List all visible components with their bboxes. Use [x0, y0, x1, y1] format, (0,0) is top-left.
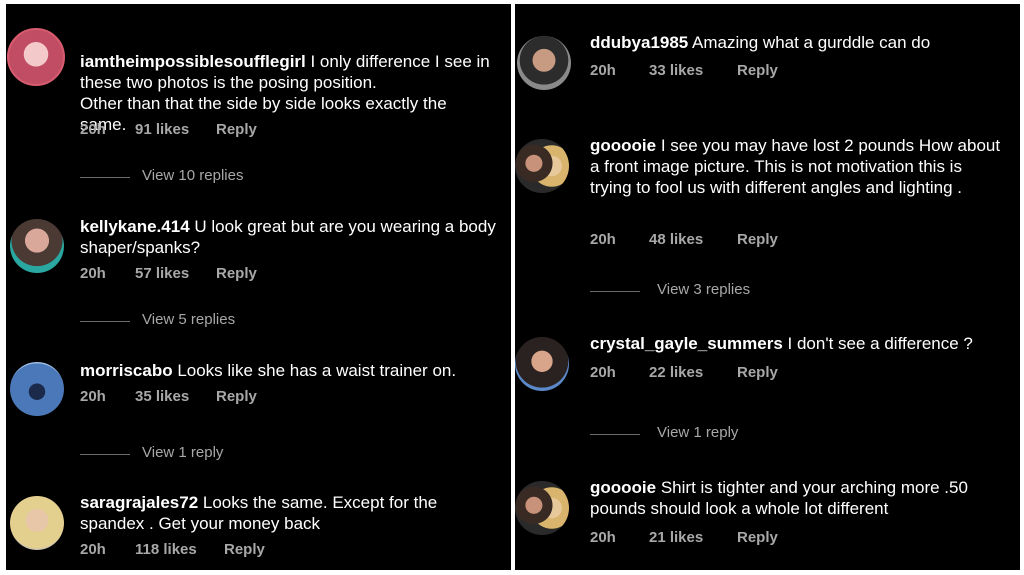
comment-time: 20h [80, 388, 106, 405]
comment-time: 20h [80, 265, 106, 282]
comment-username[interactable]: saragrajales72 [80, 493, 198, 512]
comment-body: saragrajales72 Looks the same. Except fo… [80, 492, 497, 534]
comment-time: 20h [590, 62, 616, 79]
comment-body: gooooie I see you may have lost 2 pounds… [590, 135, 1006, 198]
avatar[interactable] [515, 481, 569, 535]
like-count[interactable]: 118 likes [135, 541, 197, 558]
avatar[interactable] [10, 219, 64, 273]
comment-time: 20h [590, 364, 616, 381]
comment-username[interactable]: iamtheimpossiblesoufflegirl [80, 52, 306, 71]
replies-divider [80, 454, 130, 455]
comment-body: iamtheimpossiblesoufflegirl I only diffe… [80, 30, 497, 135]
comment-text: I don't see a difference ? [782, 334, 973, 353]
comment-text: Looks like she has a waist trainer on. [172, 361, 457, 380]
comment-time: 20h [80, 121, 106, 138]
avatar[interactable] [7, 28, 65, 86]
view-replies-label[interactable]: View 3 replies [657, 281, 750, 298]
avatar[interactable] [10, 496, 64, 550]
comment-username[interactable]: morriscabo [80, 361, 173, 380]
like-count[interactable]: 33 likes [649, 62, 703, 79]
reply-button[interactable]: Reply [224, 541, 265, 558]
replies-divider [590, 434, 640, 435]
view-replies-label[interactable]: View 1 reply [142, 444, 223, 461]
replies-divider [80, 321, 130, 322]
reply-button[interactable]: Reply [216, 265, 257, 282]
comments-panel-right: ddubya1985 Amazing what a gurddle can do… [515, 4, 1020, 570]
comment-time: 20h [590, 231, 616, 248]
avatar[interactable] [515, 139, 569, 193]
view-replies-label[interactable]: View 1 reply [657, 424, 738, 441]
like-count[interactable]: 57 likes [135, 265, 189, 282]
reply-button[interactable]: Reply [737, 231, 778, 248]
reply-button[interactable]: Reply [737, 62, 778, 79]
view-replies-label[interactable]: View 10 replies [142, 167, 243, 184]
comment-time: 20h [80, 541, 106, 558]
like-count[interactable]: 35 likes [135, 388, 189, 405]
comment-body: crystal_gayle_summers I don't see a diff… [590, 333, 1006, 354]
reply-button[interactable]: Reply [216, 121, 257, 138]
reply-button[interactable]: Reply [216, 388, 257, 405]
comment-username[interactable]: gooooie [590, 136, 656, 155]
comments-panel-left: iamtheimpossiblesoufflegirl I only diffe… [6, 4, 511, 570]
like-count[interactable]: 22 likes [649, 364, 703, 381]
comment-body: gooooie Shirt is tighter and your archin… [590, 477, 1006, 519]
like-count[interactable]: 48 likes [649, 231, 703, 248]
comment-text: Amazing what a gurddle can do [688, 33, 931, 52]
reply-button[interactable]: Reply [737, 364, 778, 381]
comment-username[interactable]: kellykane.414 [80, 217, 190, 236]
like-count[interactable]: 91 likes [135, 121, 189, 138]
comment-username[interactable]: ddubya1985 [590, 33, 688, 52]
replies-divider [590, 291, 640, 292]
comment-body: kellykane.414 U look great but are you w… [80, 216, 497, 258]
avatar[interactable] [517, 36, 571, 90]
avatar[interactable] [515, 337, 569, 391]
comment-body: morriscabo Looks like she has a waist tr… [80, 360, 497, 381]
comment-username[interactable]: crystal_gayle_summers [590, 334, 783, 353]
replies-divider [80, 177, 130, 178]
comment-time: 20h [590, 529, 616, 546]
comment-body: ddubya1985 Amazing what a gurddle can do [590, 32, 1006, 53]
like-count[interactable]: 21 likes [649, 529, 703, 546]
avatar[interactable] [10, 362, 64, 416]
reply-button[interactable]: Reply [737, 529, 778, 546]
view-replies-label[interactable]: View 5 replies [142, 311, 235, 328]
comment-username[interactable]: gooooie [590, 478, 656, 497]
